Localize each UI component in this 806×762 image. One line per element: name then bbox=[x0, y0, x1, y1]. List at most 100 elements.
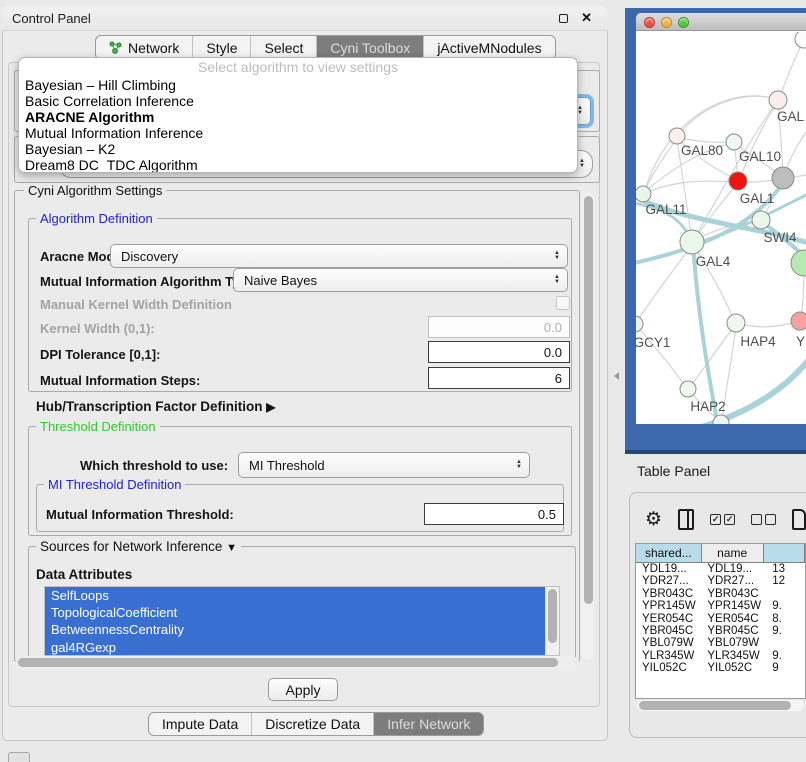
attribute-item-betweennesscentrality[interactable]: BetweennessCentrality bbox=[45, 621, 546, 638]
collapse-arrow-icon: ▼ bbox=[226, 542, 237, 554]
mi-algorithm-type-combo[interactable]: Naive Bayes ▲▼ bbox=[233, 268, 568, 292]
network-node[interactable] bbox=[729, 172, 747, 190]
network-node[interactable] bbox=[636, 186, 651, 202]
network-node[interactable] bbox=[795, 32, 806, 48]
table-row[interactable]: YER054CYER054C8. bbox=[636, 613, 805, 625]
manual-kernel-width-checkbox[interactable] bbox=[556, 296, 570, 310]
cell: YDR27... bbox=[636, 575, 701, 587]
tab-network[interactable]: Network bbox=[96, 36, 192, 59]
network-node[interactable] bbox=[769, 91, 787, 109]
float-window-icon[interactable] bbox=[559, 14, 568, 23]
network-node[interactable] bbox=[752, 211, 770, 229]
table-row[interactable]: YIL052CYIL052C9 bbox=[636, 662, 805, 674]
sources-group-title[interactable]: Sources for Network Inference ▼ bbox=[36, 539, 241, 554]
tab-network-label: Network bbox=[128, 40, 179, 56]
cell: YIL052C bbox=[701, 662, 763, 674]
node-label-gal: GAL bbox=[777, 109, 805, 124]
network-node[interactable] bbox=[669, 128, 685, 144]
kernel-width-field[interactable]: 0.0 bbox=[428, 316, 570, 338]
hub-definition-toggle[interactable]: Hub/Transcription Factor Definition ▶ bbox=[36, 399, 276, 414]
gear-icon[interactable]: ⚙ bbox=[645, 510, 662, 529]
table-row[interactable]: YDR27...YDR27...12 bbox=[636, 575, 805, 587]
node-label-gal1: GAL1 bbox=[740, 191, 775, 206]
mi-steps-label: Mutual Information Steps: bbox=[40, 373, 200, 388]
bottom-tab-infer-network[interactable]: Infer Network bbox=[373, 713, 483, 735]
table-horizontal-scrollbar[interactable] bbox=[637, 700, 804, 711]
column-header-extra[interactable] bbox=[764, 544, 805, 562]
columns-icon[interactable] bbox=[678, 509, 694, 530]
cell: YER054C bbox=[701, 613, 763, 625]
tab-cyni-toolbox[interactable]: Cyni Toolbox bbox=[316, 36, 423, 59]
network-edge-highlighted[interactable] bbox=[693, 245, 718, 424]
cell: YBL079W bbox=[701, 637, 763, 649]
mi-threshold-group-title: MI Threshold Definition bbox=[44, 477, 185, 492]
cell: YLR345W bbox=[701, 650, 763, 662]
cell: 12 bbox=[763, 575, 805, 587]
table-row[interactable]: YDL19...YDL19...13 bbox=[636, 563, 805, 575]
tab-select[interactable]: Select bbox=[250, 36, 316, 59]
network-node[interactable] bbox=[680, 230, 704, 254]
algorithm-item-aracne-algorithm[interactable]: ARACNE Algorithm bbox=[19, 109, 577, 125]
attribute-item-selfloops[interactable]: SelfLoops bbox=[45, 587, 546, 604]
column-header-name[interactable]: name bbox=[702, 544, 764, 562]
mi-threshold-field[interactable]: 0.5 bbox=[424, 503, 564, 525]
settings-group-title: Cyni Algorithm Settings bbox=[24, 183, 166, 198]
data-attributes-list[interactable]: SelfLoopsTopologicalCoefficientBetweenne… bbox=[44, 586, 560, 656]
close-window-icon[interactable]: ✕ bbox=[581, 10, 592, 26]
dpi-tolerance-field[interactable]: 0.0 bbox=[428, 341, 570, 363]
table-row[interactable]: YBL079WYBL079W bbox=[636, 637, 805, 649]
algorithm-item-dream8-dc-tdc-algorithm[interactable]: Dream8 DC_TDC Algorithm bbox=[19, 157, 577, 173]
which-threshold-combo[interactable]: MI Threshold ▲▼ bbox=[238, 452, 530, 478]
cell: 9. bbox=[763, 625, 805, 637]
network-canvas[interactable]: GALGAL80GAL10GAL1GAL11SWI4GAL4GCY1HAP4YH… bbox=[636, 32, 806, 424]
settings-horizontal-scrollbar[interactable] bbox=[16, 656, 578, 668]
document-icon[interactable] bbox=[792, 509, 806, 530]
spinner-icon: ▲▼ bbox=[554, 251, 560, 261]
table-row[interactable]: YLR345WYLR345W9. bbox=[636, 650, 805, 662]
minimize-traffic-light[interactable] bbox=[661, 17, 672, 28]
cell bbox=[763, 637, 805, 649]
mi-steps-field[interactable]: 6 bbox=[428, 367, 570, 389]
network-edge[interactable] bbox=[740, 101, 778, 180]
network-edge[interactable] bbox=[677, 96, 778, 137]
panel-collapse-icon[interactable] bbox=[614, 372, 619, 380]
attributes-list-scrollbar[interactable] bbox=[545, 587, 559, 655]
apply-button[interactable]: Apply bbox=[268, 678, 338, 701]
algorithm-item-basic-correlation-inference[interactable]: Basic Correlation Inference bbox=[19, 93, 577, 109]
tab-jactivemnodules[interactable]: jActiveMNodules bbox=[423, 36, 554, 59]
control-panel-title: Control Panel bbox=[12, 11, 91, 26]
table-row[interactable]: YPR145WYPR145W9. bbox=[636, 600, 805, 612]
network-edge[interactable] bbox=[677, 137, 733, 142]
algorithm-item-mutual-information-inference[interactable]: Mutual Information Inference bbox=[19, 125, 577, 141]
bottom-tab-discretize-data[interactable]: Discretize Data bbox=[251, 713, 373, 735]
algorithm-definition-title: Algorithm Definition bbox=[36, 211, 157, 226]
dpi-tolerance-label: DPI Tolerance [0,1]: bbox=[40, 347, 160, 362]
column-header-shared[interactable]: shared... bbox=[636, 544, 702, 562]
network-edge[interactable] bbox=[780, 41, 803, 98]
zoom-traffic-light[interactable] bbox=[678, 17, 689, 28]
tab-style[interactable]: Style bbox=[192, 36, 250, 59]
network-node[interactable] bbox=[727, 314, 745, 332]
bottom-left-button[interactable] bbox=[8, 752, 30, 762]
network-node[interactable] bbox=[680, 381, 696, 397]
network-node[interactable] bbox=[772, 167, 794, 189]
mi-threshold-label: Mutual Information Threshold: bbox=[46, 507, 234, 522]
network-node[interactable] bbox=[791, 250, 806, 276]
algorithm-dropdown-popup: Select algorithm to view settings Bayesi… bbox=[18, 57, 578, 173]
bottom-tab-impute-data[interactable]: Impute Data bbox=[149, 713, 251, 735]
select-all-columns-icon[interactable]: ✓✓ bbox=[710, 514, 735, 525]
attribute-item-gal4rgexp[interactable]: gal4RGexp bbox=[45, 639, 546, 656]
attribute-item-topologicalcoefficient[interactable]: TopologicalCoefficient bbox=[45, 604, 546, 621]
algorithm-item-bayesian-k2[interactable]: Bayesian – K2 bbox=[19, 141, 577, 157]
network-node[interactable] bbox=[636, 316, 643, 332]
table-row[interactable]: YBR043CYBR043C bbox=[636, 588, 805, 600]
table-row[interactable]: YBR045CYBR045C9. bbox=[636, 625, 805, 637]
aracne-mode-combo[interactable]: Discovery ▲▼ bbox=[110, 244, 568, 268]
close-traffic-light[interactable] bbox=[644, 17, 655, 28]
network-node[interactable] bbox=[726, 134, 742, 150]
deselect-all-columns-icon[interactable] bbox=[751, 514, 776, 525]
network-node[interactable] bbox=[791, 312, 806, 330]
settings-scrollbar[interactable] bbox=[582, 192, 594, 660]
algorithm-item-bayesian-hill-climbing[interactable]: Bayesian – Hill Climbing bbox=[19, 77, 577, 93]
network-edge[interactable] bbox=[739, 322, 797, 327]
